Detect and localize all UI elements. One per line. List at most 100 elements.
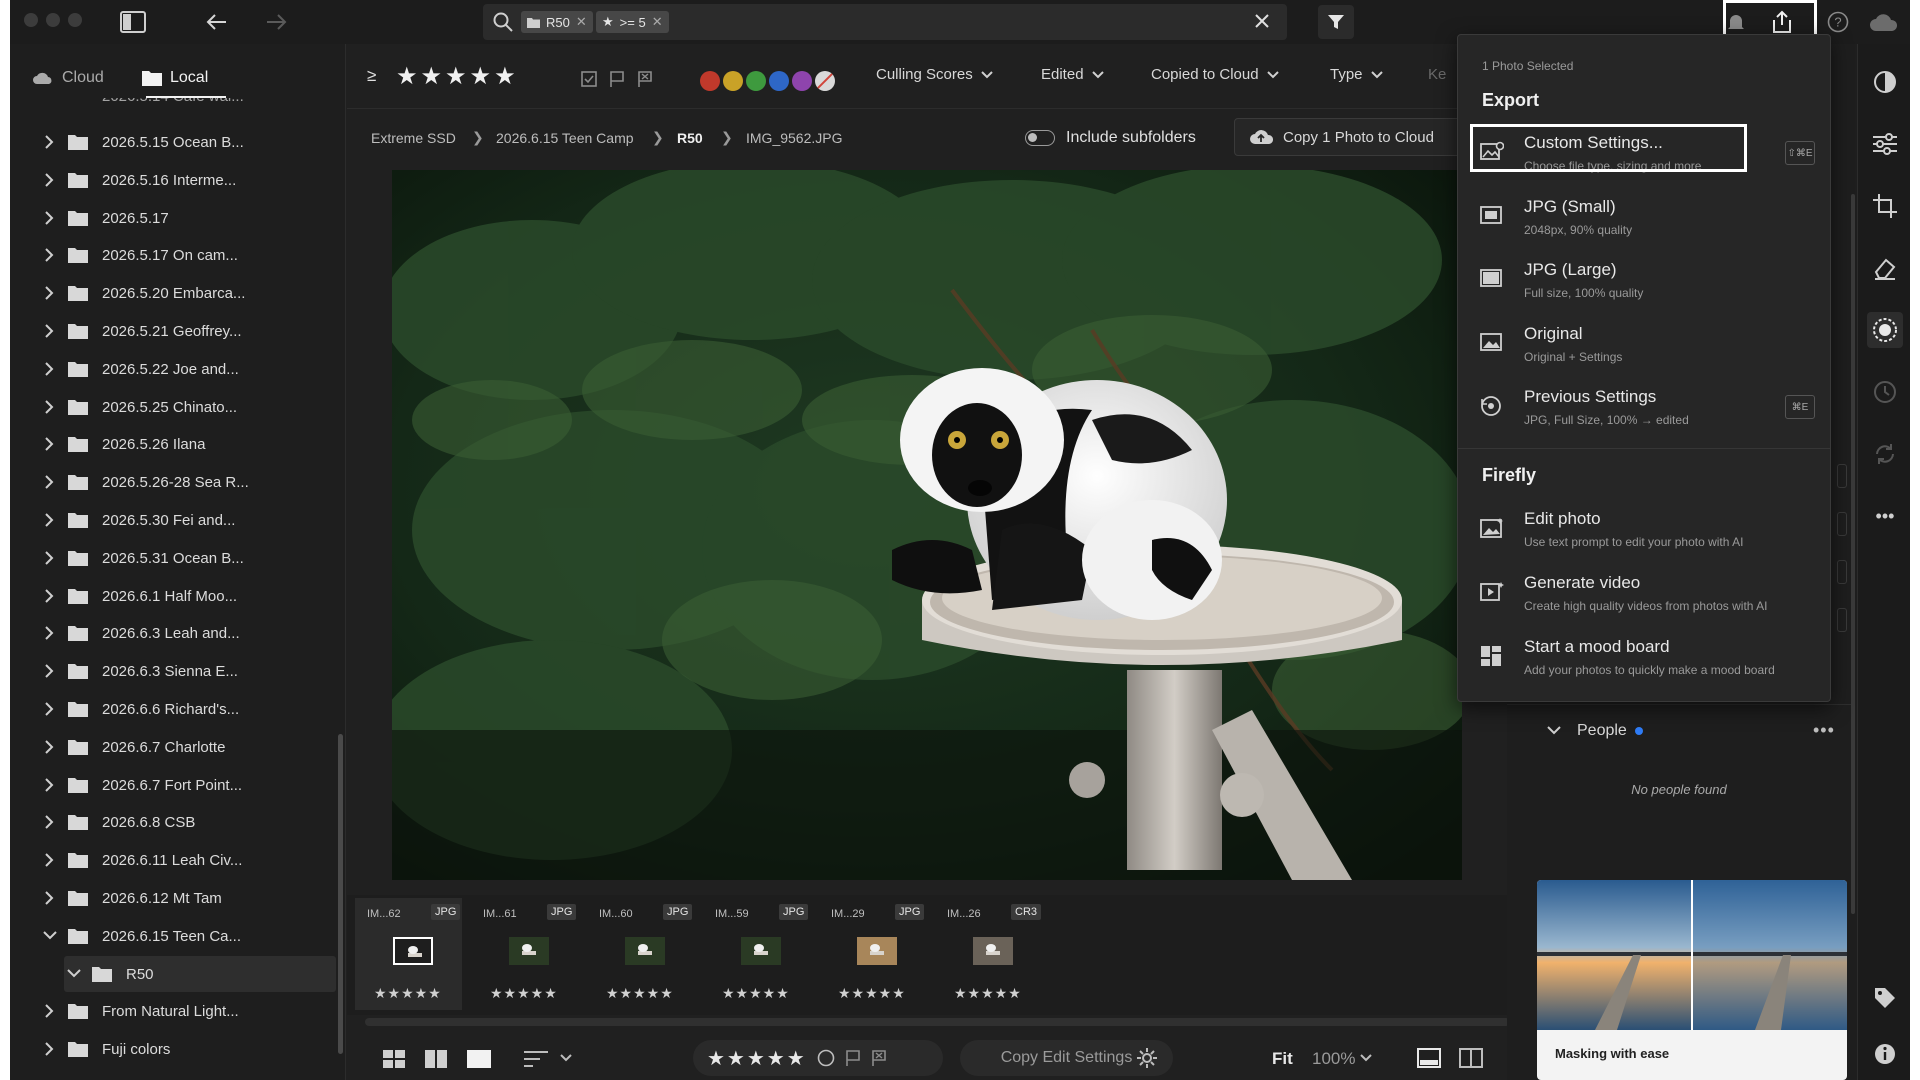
folder-row[interactable]: 2026.5.15 Ocean B... [40,124,336,160]
sidebar-toggle-icon[interactable] [117,6,149,38]
type-dropdown[interactable]: Type [1330,66,1383,83]
breadcrumb-folder[interactable]: 2026.6.15 Teen Camp [496,130,634,146]
sort-icon[interactable] [524,1050,548,1068]
tab-local[interactable]: Local [142,64,208,92]
chevron-down-icon[interactable] [40,931,60,941]
film-rating-stars[interactable]: ★★★★★ [722,985,790,1002]
film-rating-stars[interactable]: ★★★★★ [838,985,906,1002]
folder-row[interactable]: From Natural Light... [40,993,336,1029]
flag-pick-icon[interactable] [845,1049,861,1067]
folder-row[interactable]: 2026.5.22 Joe and... [40,351,336,387]
tag-icon[interactable] [1871,984,1899,1012]
forward-arrow-icon[interactable] [261,6,293,38]
folder-row[interactable]: 2026.5.21 Geoffrey... [40,313,336,349]
zoom-level[interactable]: 100% [1312,1049,1355,1069]
copied-to-cloud-dropdown[interactable]: Copied to Cloud [1151,66,1279,83]
menu-item-start-a-mood-board[interactable]: Start a mood board Add your photos to qui… [1470,631,1815,687]
chevron-right-icon[interactable] [40,664,60,678]
window-minimize-dot[interactable] [46,13,60,27]
main-photo-lemur[interactable] [392,170,1462,880]
color-label-blue[interactable] [769,71,789,91]
flag-reject-icon[interactable] [636,70,654,88]
folder-row[interactable]: 2026.5.30 Fei and... [40,502,336,538]
flag-pick-icon[interactable] [580,70,598,88]
chevron-right-icon[interactable] [40,324,60,338]
folder-row[interactable]: Fuji colors [40,1031,336,1067]
chevron-right-icon[interactable] [40,1042,60,1056]
folder-row[interactable]: 2026.6.7 Charlotte [40,729,336,765]
right-panel-scrollbar[interactable] [1851,194,1855,914]
filmstrip-scrollbar[interactable] [365,1018,1510,1026]
zoom-chevron-down-icon[interactable] [1360,1054,1372,1062]
chevron-right-icon[interactable] [40,286,60,300]
people-more-icon[interactable]: ••• [1813,720,1835,741]
film-thumbnail[interactable] [625,937,665,965]
clear-search-icon[interactable] [1254,13,1270,29]
eraser-icon[interactable] [1871,254,1899,282]
chevron-right-icon[interactable] [40,815,60,829]
breadcrumb-subfolder[interactable]: R50 [677,130,703,146]
folder-row[interactable]: 2026.5.20 Embarca... [40,275,336,311]
folder-row[interactable]: 2026.6.3 Leah and... [40,615,336,651]
chevron-right-icon[interactable] [40,437,60,451]
people-section-title[interactable]: People [1577,722,1627,740]
film-rating-stars[interactable]: ★★★★★ [606,985,674,1002]
single-view-icon[interactable] [467,1050,491,1068]
chevron-right-icon[interactable] [40,135,60,149]
masking-promo-card[interactable]: Masking with ease [1537,880,1847,1080]
search-chip-rating[interactable]: ★ >= 5 ✕ [596,11,669,33]
chip-remove-icon[interactable]: ✕ [652,14,663,30]
chevron-right-icon[interactable] [40,400,60,414]
chip-remove-icon[interactable]: ✕ [576,14,587,30]
flag-reject-icon[interactable] [871,1049,887,1067]
rating-filter-stars[interactable]: ★★★★★ [396,62,519,91]
folder-row[interactable]: 2026.5.17 [40,200,336,236]
window-close-dot[interactable] [24,13,38,27]
film-rating-stars[interactable]: ★★★★★ [490,985,558,1002]
chevron-right-icon[interactable] [40,891,60,905]
color-label-yellow[interactable] [723,71,743,91]
chevron-right-icon[interactable] [40,475,60,489]
folder-row[interactable]: 2026.5.26-28 Sea R... [40,464,336,500]
masking-icon[interactable] [1867,312,1903,348]
folder-row[interactable]: 2026.6.1 Half Moo... [40,578,336,614]
copy-to-cloud-button[interactable]: Copy 1 Photo to Cloud [1234,118,1466,156]
sync-icon[interactable] [1871,440,1899,468]
chevron-right-icon[interactable] [40,853,60,867]
gear-icon[interactable] [1137,1048,1157,1068]
filter-funnel-icon[interactable] [1318,5,1354,39]
rating-stars-control[interactable]: ★★★★★ [707,1046,807,1071]
window-zoom-dot[interactable] [68,13,82,27]
folder-row[interactable]: 2026.6.7 Fort Point... [40,767,336,803]
grid-view-icon[interactable] [383,1050,405,1068]
chevron-right-icon[interactable] [40,589,60,603]
chevron-right-icon[interactable] [40,1004,60,1018]
menu-item-jpg-small[interactable]: JPG (Small) 2048px, 90% quality [1470,191,1815,247]
folder-row[interactable]: 2026.6.12 Mt Tam [40,880,336,916]
chevron-right-icon[interactable] [40,513,60,527]
chevron-right-icon[interactable] [40,248,60,262]
film-thumbnail[interactable] [741,937,781,965]
chevron-right-icon[interactable] [40,778,60,792]
edited-dropdown[interactable]: Edited [1041,66,1104,83]
folder-row[interactable]: 2026.5.31 Ocean B... [40,540,336,576]
film-thumbnail[interactable] [857,937,897,965]
info-icon[interactable] [1871,1040,1899,1068]
folder-row[interactable]: 2026.6.8 CSB [40,804,336,840]
flag-unflagged-icon[interactable] [608,70,626,88]
more-options-icon[interactable]: ••• [1871,502,1899,530]
include-subfolders-label[interactable]: Include subfolders [1066,129,1196,147]
film-thumbnail[interactable] [509,937,549,965]
no-color-circle-icon[interactable] [817,1049,835,1067]
folder-row[interactable]: 2026.6.3 Sienna E... [40,653,336,689]
compare-view-icon[interactable] [425,1050,447,1068]
menu-item-generate-video[interactable]: Generate video Create high quality videos… [1470,567,1815,623]
folder-row-child[interactable]: R50 [64,956,336,992]
people-collapse-chevron-icon[interactable] [1547,726,1561,736]
chevron-right-icon[interactable] [40,211,60,225]
color-label-red[interactable] [700,71,720,91]
before-after-icon[interactable] [1459,1048,1483,1068]
history-icon[interactable] [1871,378,1899,406]
folder-row[interactable]: 2026.6.11 Leah Civ... [40,842,336,878]
search-bar[interactable]: R50 ✕ ★ >= 5 ✕ [483,4,1287,40]
